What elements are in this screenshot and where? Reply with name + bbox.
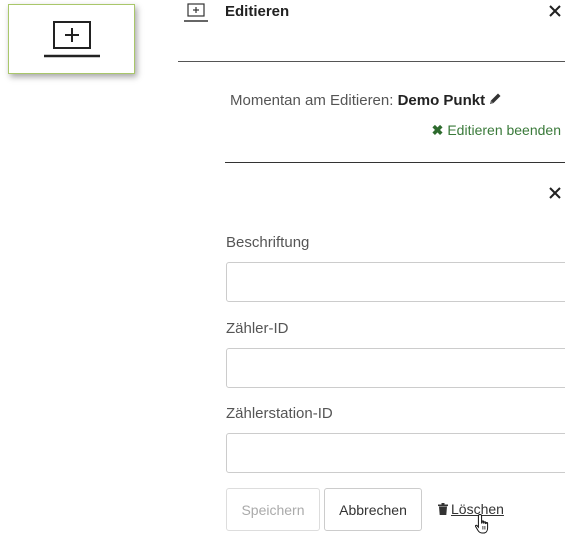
trash-icon [438, 502, 448, 518]
cancel-button[interactable]: Abbrechen [324, 488, 422, 531]
label-zaehlerstation-id: Zählerstation-ID [226, 405, 333, 422]
save-button[interactable]: Speichern [226, 488, 320, 531]
stop-editing-link[interactable]: ✖ Editieren beenden [432, 122, 561, 139]
zaehlerstation-id-input[interactable] [226, 433, 565, 473]
x-mark-icon: ✖ [431, 122, 444, 138]
delete-link[interactable]: Löschen [438, 501, 504, 518]
label-beschriftung: Beschriftung [226, 234, 310, 251]
editing-target-name: Demo Punkt [397, 92, 486, 109]
section-divider [225, 162, 565, 163]
panel-title: Editieren [225, 3, 290, 20]
pencil-icon[interactable] [488, 92, 502, 110]
panel-header: Editieren [178, 0, 565, 62]
add-feature-tool-button[interactable] [8, 4, 135, 74]
beschriftung-input[interactable] [226, 262, 565, 302]
add-frame-icon [184, 3, 208, 28]
form-close-icon[interactable] [546, 184, 564, 202]
editing-status-label: Momentan am Editieren: [230, 92, 398, 109]
delete-label: Löschen [451, 501, 504, 517]
label-zaehler-id: Zähler-ID [226, 320, 289, 337]
editing-status: Momentan am Editieren: Demo Punkt [230, 92, 502, 110]
add-frame-icon [43, 21, 100, 58]
close-icon[interactable] [546, 2, 564, 20]
zaehler-id-input[interactable] [226, 348, 565, 388]
edit-panel-screen: Editieren Momentan am Editieren: Demo Pu… [0, 0, 565, 539]
stop-editing-label: Editieren beenden [447, 122, 561, 138]
